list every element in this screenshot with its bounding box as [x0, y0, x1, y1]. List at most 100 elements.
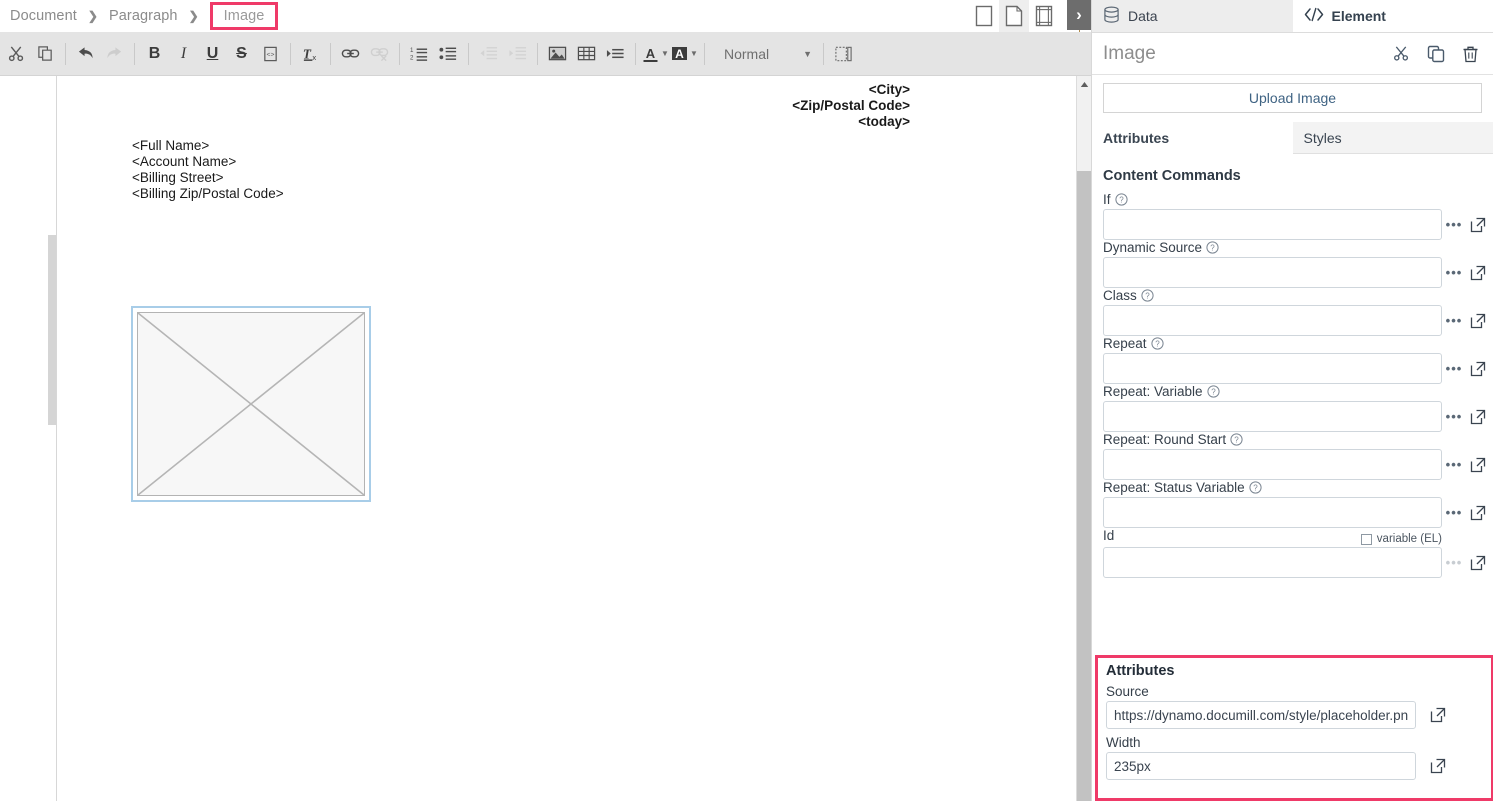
- italic-button[interactable]: I: [170, 39, 197, 69]
- svg-text:?: ?: [1234, 436, 1239, 445]
- help-icon[interactable]: ?: [1249, 481, 1262, 494]
- table-icon[interactable]: [573, 39, 600, 69]
- help-icon[interactable]: ?: [1141, 289, 1154, 302]
- checkbox-box[interactable]: [1361, 534, 1372, 545]
- svg-text:1: 1: [410, 47, 414, 54]
- svg-text:?: ?: [1155, 340, 1160, 349]
- page-break-icon[interactable]: [830, 39, 857, 69]
- tab-data[interactable]: Data: [1092, 0, 1293, 32]
- help-icon[interactable]: ?: [1206, 241, 1219, 254]
- help-icon[interactable]: ?: [1115, 193, 1128, 206]
- field-repeat-round-start-input[interactable]: [1103, 449, 1442, 480]
- field-class-input[interactable]: [1103, 305, 1442, 336]
- attribute-source-input[interactable]: [1106, 701, 1416, 729]
- remove-format-icon[interactable]: Tx: [297, 39, 324, 69]
- bulleted-list-icon[interactable]: [435, 39, 462, 69]
- undo-button[interactable]: [72, 39, 99, 69]
- attributes-section: Attributes Source Width: [1095, 655, 1493, 801]
- paragraph-style-select[interactable]: Normal ▼: [718, 40, 818, 68]
- page-resize-handle[interactable]: [48, 235, 56, 425]
- upload-image-button[interactable]: Upload Image: [1103, 83, 1482, 113]
- attributes-heading: Attributes: [1106, 663, 1491, 684]
- page-gutter-divider: [56, 76, 57, 801]
- field-repeat-input[interactable]: [1103, 353, 1442, 384]
- field-dynamic-source-input[interactable]: [1103, 257, 1442, 288]
- insert-field-icon[interactable]: [602, 39, 629, 69]
- breadcrumb-item-paragraph[interactable]: Paragraph: [105, 6, 182, 26]
- attribute-width-input[interactable]: [1106, 752, 1416, 780]
- field-repeat-expand-icon[interactable]: [1466, 361, 1490, 377]
- field-repeat-options-button[interactable]: •••: [1442, 361, 1466, 376]
- chevron-down-icon[interactable]: ▼: [661, 50, 669, 58]
- toolbar-separator: [537, 43, 538, 65]
- properties-panel: Data Element Image Upload Image: [1091, 0, 1493, 801]
- help-icon[interactable]: ?: [1207, 385, 1220, 398]
- source-code-icon[interactable]: <>: [257, 39, 284, 69]
- breadcrumb-item-document[interactable]: Document: [6, 6, 81, 26]
- page-plain-icon[interactable]: [969, 0, 999, 32]
- field-if-expand-icon[interactable]: [1466, 217, 1490, 233]
- collapse-panel-button[interactable]: ›: [1067, 0, 1091, 30]
- indent-icon[interactable]: [504, 39, 531, 69]
- link-icon[interactable]: [337, 39, 364, 69]
- field-repeat-round-start-expand-icon[interactable]: [1466, 457, 1490, 473]
- field-if-options-button[interactable]: •••: [1442, 217, 1466, 232]
- image-icon[interactable]: [544, 39, 571, 69]
- breadcrumb-item-image[interactable]: Image: [210, 2, 279, 30]
- field-class-expand-icon[interactable]: [1466, 313, 1490, 329]
- panel-header: Image: [1092, 33, 1493, 75]
- document-line-city: <City>: [869, 82, 910, 98]
- field-class-options-button[interactable]: •••: [1442, 313, 1466, 328]
- selected-image-element[interactable]: [131, 306, 371, 502]
- field-repeat-status-variable-expand-icon[interactable]: [1466, 505, 1490, 521]
- bold-button[interactable]: B: [141, 39, 168, 69]
- toolbar-separator: [635, 43, 636, 65]
- field-dynamic-source-options-button[interactable]: •••: [1442, 265, 1466, 280]
- text-color-icon[interactable]: A ▼: [642, 39, 669, 69]
- page-margins-icon[interactable]: [1029, 0, 1059, 32]
- page-title: Image: [1103, 43, 1376, 65]
- help-icon[interactable]: ?: [1151, 337, 1164, 350]
- field-id-options-button[interactable]: •••: [1442, 555, 1466, 570]
- field-if-input[interactable]: [1103, 209, 1442, 240]
- subtab-styles[interactable]: Styles: [1293, 122, 1493, 154]
- svg-text:T: T: [303, 46, 312, 61]
- chevron-down-icon[interactable]: ▼: [690, 50, 698, 58]
- attribute-width-expand-icon[interactable]: [1426, 758, 1450, 774]
- field-repeat-variable-label: Repeat: Variable?: [1103, 384, 1493, 401]
- cut-element-button[interactable]: [1393, 45, 1410, 62]
- scrollbar-thumb[interactable]: [1077, 171, 1092, 801]
- field-id-input[interactable]: [1103, 547, 1442, 578]
- duplicate-element-button[interactable]: [1427, 45, 1445, 63]
- underline-button[interactable]: U: [199, 39, 226, 69]
- field-id-expand-icon[interactable]: [1466, 555, 1490, 571]
- field-dynamic-source-expand-icon[interactable]: [1466, 265, 1490, 281]
- field-repeat-variable-expand-icon[interactable]: [1466, 409, 1490, 425]
- cut-button[interactable]: [3, 39, 30, 69]
- help-icon[interactable]: ?: [1230, 433, 1243, 446]
- field-repeat-round-start-options-button[interactable]: •••: [1442, 457, 1466, 472]
- document-canvas[interactable]: <City> <Zip/Postal Code> <today> <Full N…: [0, 76, 1076, 801]
- subtab-attributes[interactable]: Attributes: [1092, 122, 1293, 154]
- scroll-up-arrow-icon[interactable]: [1077, 76, 1092, 92]
- numbered-list-icon[interactable]: 12: [406, 39, 433, 69]
- document-scrollbar[interactable]: [1076, 76, 1091, 801]
- delete-element-button[interactable]: [1462, 45, 1479, 63]
- field-repeat-variable-options-button[interactable]: •••: [1442, 409, 1466, 424]
- field-repeat-status-variable-input[interactable]: [1103, 497, 1442, 528]
- variable-el-label: variable (EL): [1377, 533, 1442, 545]
- attribute-source-expand-icon[interactable]: [1426, 707, 1450, 723]
- tab-element[interactable]: Element: [1293, 0, 1493, 32]
- field-repeat-variable-input[interactable]: [1103, 401, 1442, 432]
- strikethrough-button[interactable]: S: [228, 39, 255, 69]
- page-corner-icon[interactable]: [999, 0, 1029, 32]
- background-color-icon[interactable]: A ▼: [671, 39, 698, 69]
- code-brackets-icon: [1304, 7, 1324, 25]
- field-repeat-status-variable-options-button[interactable]: •••: [1442, 505, 1466, 520]
- redo-button[interactable]: [101, 39, 128, 69]
- variable-el-checkbox[interactable]: variable (EL): [1361, 533, 1442, 545]
- outdent-icon[interactable]: [475, 39, 502, 69]
- copy-button[interactable]: [32, 39, 59, 69]
- unlink-icon[interactable]: [366, 39, 393, 69]
- svg-text:x: x: [312, 53, 316, 62]
